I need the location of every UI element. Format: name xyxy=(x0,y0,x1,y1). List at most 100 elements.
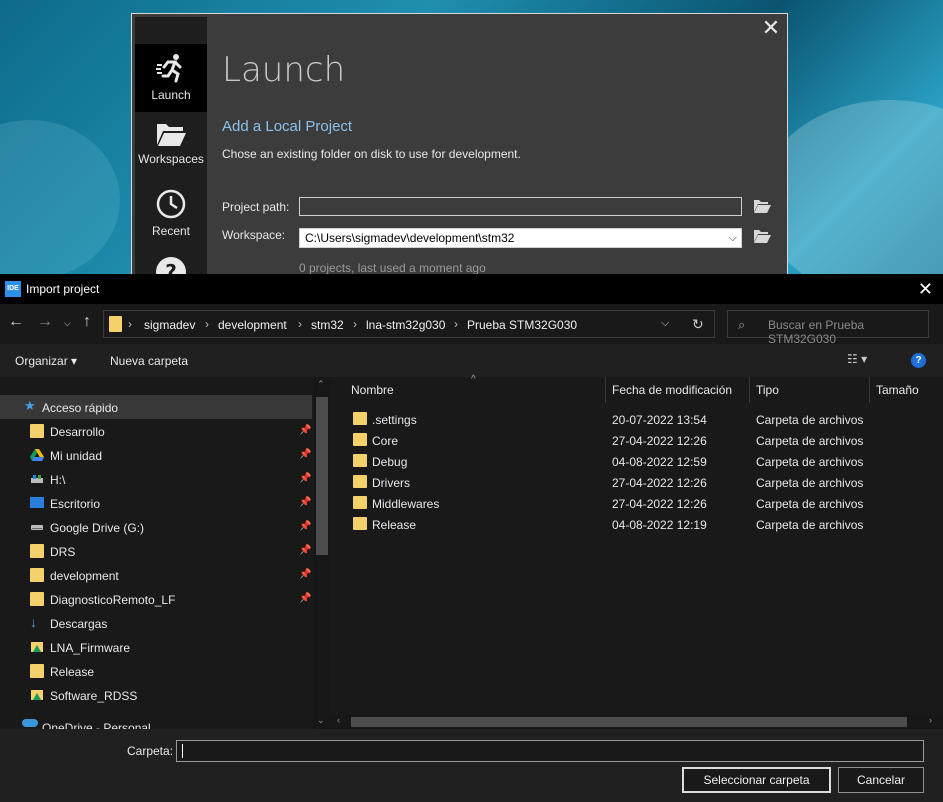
toolbar: Organizar ▾ Nueva carpeta ☷ ▾ ? xyxy=(0,344,943,377)
select-folder-button[interactable]: Seleccionar carpeta xyxy=(682,767,831,793)
chevron-down-icon: ⌵ xyxy=(728,232,737,244)
pin-icon: 📌 xyxy=(299,473,312,484)
view-options-icon[interactable]: ☷ ▾ xyxy=(847,352,867,366)
table-row[interactable]: Debug 04-08-2022 12:59 Carpeta de archiv… xyxy=(349,451,943,472)
nav-item-mi-unidad[interactable]: Mi unidad 📌 xyxy=(0,443,312,467)
search-icon: ⌕ xyxy=(738,317,746,332)
scroll-right-icon[interactable]: › xyxy=(929,715,932,725)
background-wave xyxy=(0,120,120,280)
table-row[interactable]: Core 27-04-2022 12:26 Carpeta de archivo… xyxy=(349,430,943,451)
table-row[interactable]: Release 04-08-2022 12:19 Carpeta de arch… xyxy=(349,514,943,535)
launch-close-button[interactable]: ✕ xyxy=(761,17,781,39)
scroll-thumb[interactable] xyxy=(351,717,907,727)
column-type[interactable]: Tipo xyxy=(756,383,779,397)
nav-item-development[interactable]: development 📌 xyxy=(0,563,312,587)
nav-item-label: Desarrollo xyxy=(50,425,105,439)
nav-item-escritorio[interactable]: Escritorio 📌 xyxy=(0,491,312,515)
folder-icon xyxy=(353,454,367,467)
column-divider[interactable] xyxy=(869,377,870,403)
scroll-down-icon[interactable]: ⌄ xyxy=(317,715,325,726)
browse-workspace-icon[interactable] xyxy=(753,228,771,244)
column-divider[interactable] xyxy=(749,377,750,403)
breadcrumb-separator-icon[interactable]: › xyxy=(298,317,302,331)
nav-item-quick-access[interactable]: ★ Acceso rápido xyxy=(0,395,312,419)
nav-workspaces[interactable]: Workspaces xyxy=(135,112,207,180)
desktop-icon xyxy=(30,497,44,508)
workspace-select[interactable]: C:\Users\sigmadev\development\stm32 ⌵ xyxy=(299,228,742,248)
table-row[interactable]: Middlewares 27-04-2022 12:26 Carpeta de … xyxy=(349,493,943,514)
cloud-icon xyxy=(22,719,38,727)
scroll-up-icon[interactable]: ⌃ xyxy=(317,379,325,390)
file-list: ^ Nombre Fecha de modificación Tipo Tama… xyxy=(331,374,943,729)
breadcrumb-item[interactable]: stm32 xyxy=(311,318,344,332)
back-arrow-icon[interactable]: ← xyxy=(8,313,24,331)
organize-menu[interactable]: Organizar ▾ xyxy=(15,354,77,368)
nav-scrollbar[interactable]: ⌃ ⌄ xyxy=(313,377,331,729)
folder-icon xyxy=(353,496,367,509)
import-close-button[interactable]: ✕ xyxy=(918,279,933,300)
new-folder-button[interactable]: Nueva carpeta xyxy=(110,354,188,368)
forward-arrow-icon[interactable]: → xyxy=(37,313,53,331)
recent-locations-chevron-icon[interactable]: ⌵ xyxy=(64,318,71,329)
nav-item-label: Software_RDSS xyxy=(50,689,138,703)
folder-icon xyxy=(353,433,367,446)
pin-icon: 📌 xyxy=(299,545,312,556)
column-size[interactable]: Tamaño xyxy=(876,383,919,397)
up-arrow-icon[interactable]: ↑ xyxy=(83,313,91,331)
nav-item-descargas[interactable]: ↓ Descargas xyxy=(0,611,312,635)
folder-icon xyxy=(30,424,44,438)
search-input[interactable]: ⌕ Buscar en Prueba STM32G030 xyxy=(727,310,929,346)
breadcrumb-separator-icon[interactable]: › xyxy=(205,317,209,331)
breadcrumb-item[interactable]: lna-stm32g030 xyxy=(366,318,445,332)
column-divider[interactable] xyxy=(605,377,606,403)
table-row[interactable]: Drivers 27-04-2022 12:26 Carpeta de arch… xyxy=(349,472,943,493)
folder-input[interactable] xyxy=(176,740,924,762)
address-bar[interactable]: › sigmadev › development › stm32 › lna-s… xyxy=(103,310,715,338)
search-placeholder: Buscar en Prueba STM32G030 xyxy=(768,318,865,346)
nav-item-drs[interactable]: DRS 📌 xyxy=(0,539,312,563)
nav-item-label: Mi unidad xyxy=(50,449,103,463)
nav-launch[interactable]: Launch xyxy=(135,44,207,112)
breadcrumb-item[interactable]: Prueba STM32G030 xyxy=(467,318,577,332)
nav-item-h-drive[interactable]: H:\ 📌 xyxy=(0,467,312,491)
nav-item-diagnostico[interactable]: DiagnosticoRemoto_LF 📌 xyxy=(0,587,312,611)
file-type: Carpeta de archivos xyxy=(756,518,864,532)
nav-recent[interactable]: Recent xyxy=(135,180,207,248)
address-history-chevron-icon[interactable]: ⌵ xyxy=(661,317,669,330)
nav-item-release[interactable]: Release xyxy=(0,659,312,683)
file-name: Core xyxy=(372,434,399,448)
nav-item-desarrollo[interactable]: Desarrollo 📌 xyxy=(0,419,312,443)
file-date: 27-04-2022 12:26 xyxy=(612,476,707,490)
browse-folder-icon[interactable] xyxy=(753,198,771,214)
breadcrumb-separator-icon[interactable]: › xyxy=(353,317,357,331)
project-path-input[interactable] xyxy=(299,197,742,216)
refresh-icon[interactable]: ↻ xyxy=(692,316,704,333)
ide-app-icon: IDE xyxy=(5,281,21,297)
table-row[interactable]: .settings 20-07-2022 13:54 Carpeta de ar… xyxy=(349,409,943,430)
breadcrumb-separator-icon[interactable]: › xyxy=(128,317,132,331)
column-name[interactable]: Nombre xyxy=(351,383,394,397)
file-date: 20-07-2022 13:54 xyxy=(612,413,707,427)
folder-icon xyxy=(109,316,122,332)
pin-icon: 📌 xyxy=(299,521,312,532)
nav-item-google-drive[interactable]: Google Drive (G:) 📌 xyxy=(0,515,312,539)
file-type: Carpeta de archivos xyxy=(756,476,864,490)
horizontal-scrollbar[interactable]: ‹ › xyxy=(331,715,943,729)
cancel-button[interactable]: Cancelar xyxy=(838,767,924,793)
scroll-thumb[interactable] xyxy=(316,397,328,555)
nav-item-label: OneDrive - Personal xyxy=(42,721,151,729)
google-drive-icon xyxy=(31,690,43,700)
breadcrumb-separator-icon[interactable]: › xyxy=(454,317,458,331)
nav-item-onedrive[interactable]: OneDrive - Personal xyxy=(0,715,312,729)
nav-item-lna-firmware[interactable]: LNA_Firmware xyxy=(0,635,312,659)
nav-item-software-rdss[interactable]: Software_RDSS xyxy=(0,683,312,707)
launch-subtitle: Add a Local Project xyxy=(222,118,353,135)
breadcrumb-item[interactable]: sigmadev xyxy=(144,318,195,332)
scroll-left-icon[interactable]: ‹ xyxy=(337,715,340,725)
column-date[interactable]: Fecha de modificación xyxy=(612,383,732,397)
help-icon[interactable]: ? xyxy=(911,353,926,368)
drive-icon xyxy=(31,525,43,530)
pin-icon: 📌 xyxy=(299,497,312,508)
breadcrumb-item[interactable]: development xyxy=(218,318,287,332)
file-date: 27-04-2022 12:26 xyxy=(612,434,707,448)
